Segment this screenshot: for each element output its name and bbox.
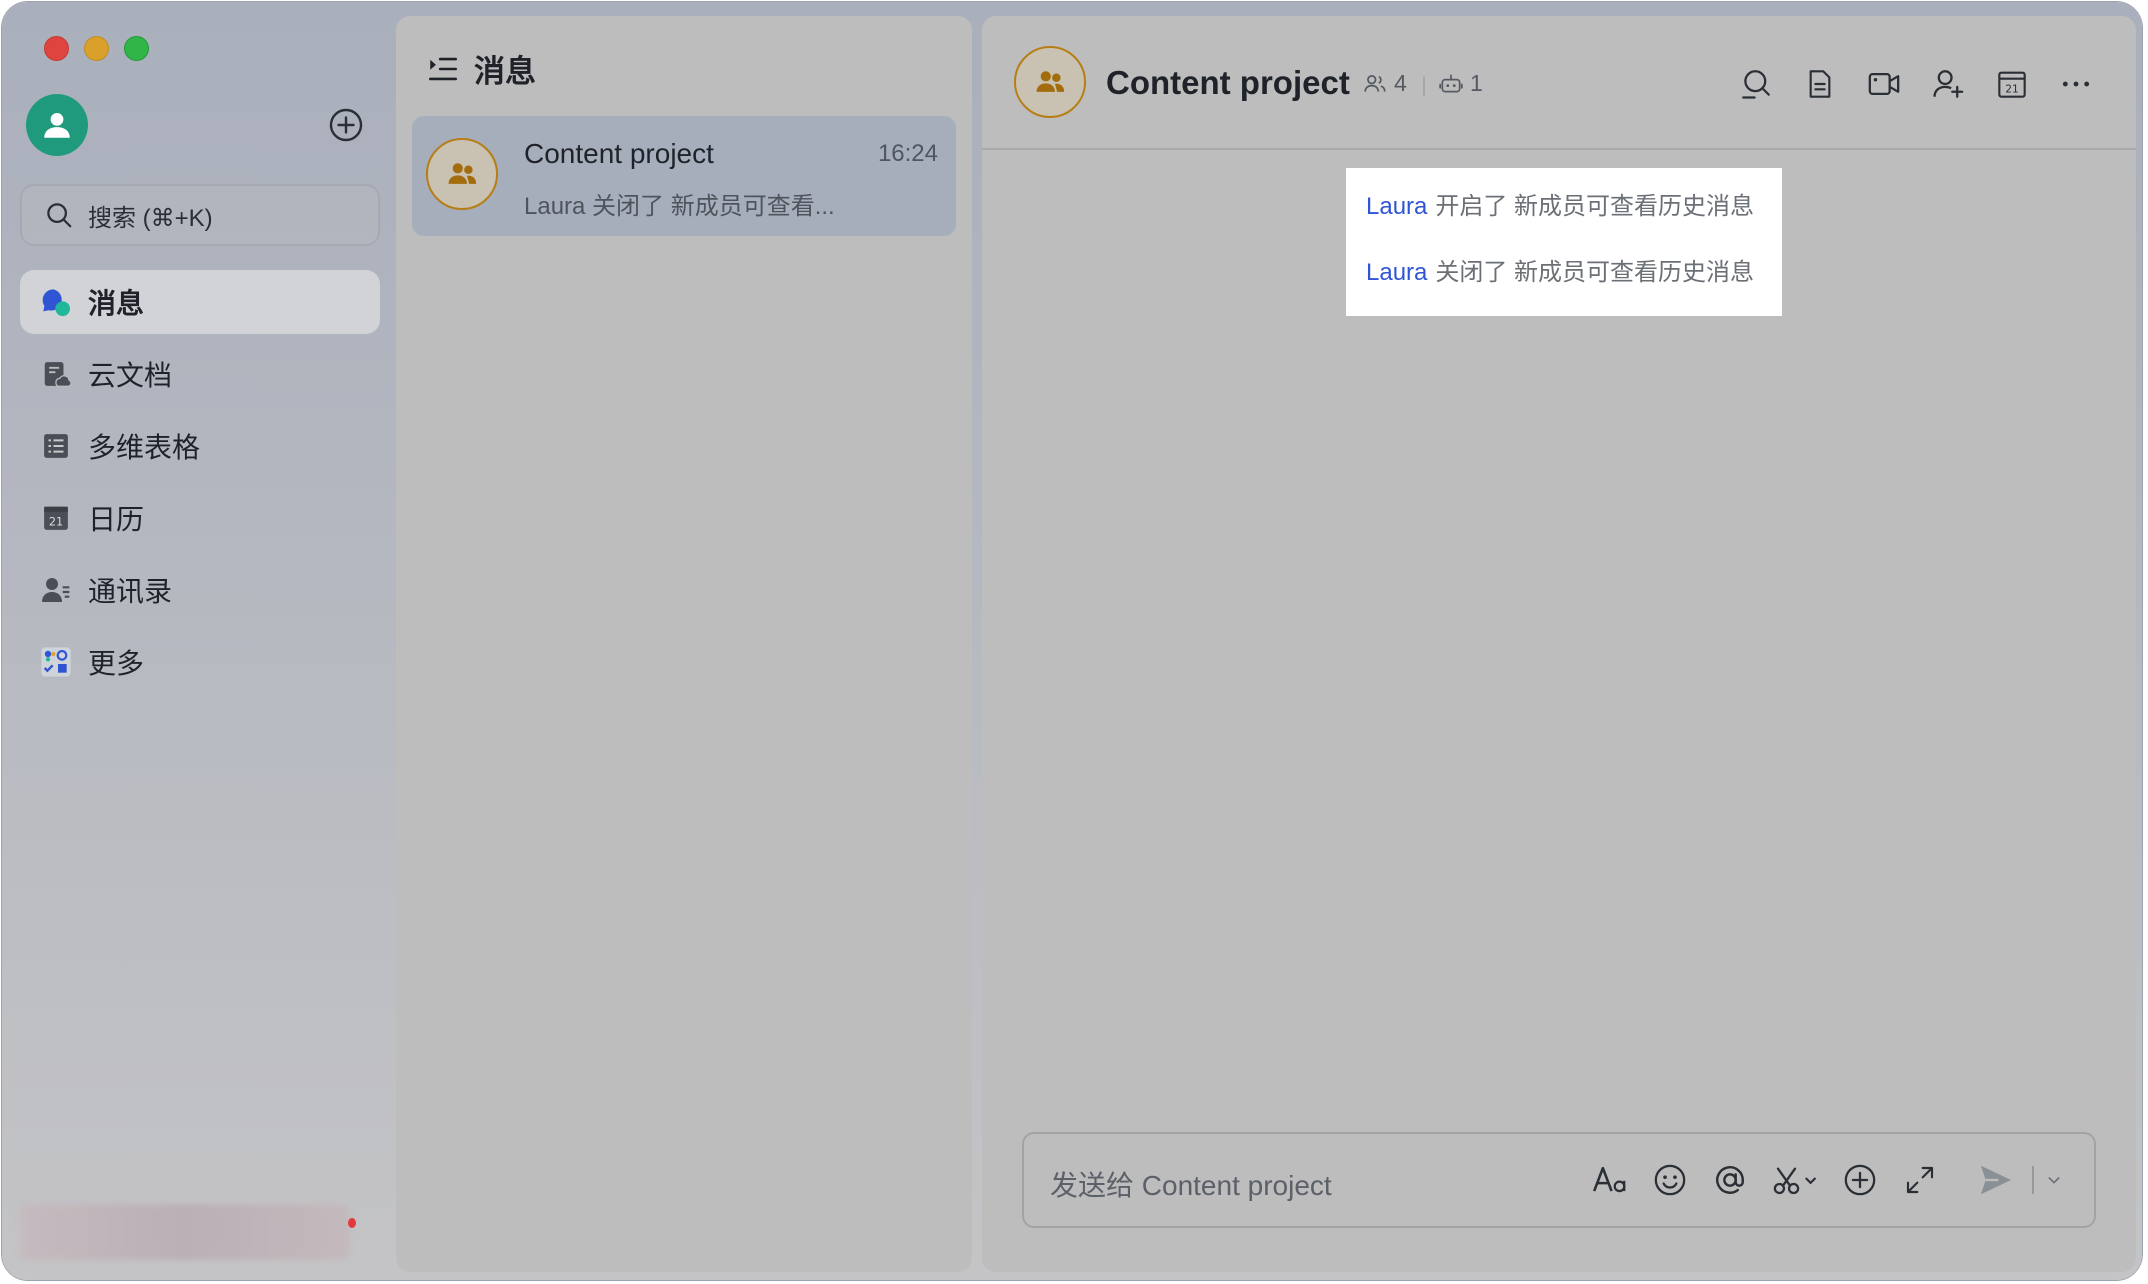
- expand-editor-button[interactable]: [1900, 1160, 1940, 1200]
- send-divider: [2032, 1166, 2034, 1194]
- system-message-user[interactable]: Laura: [1366, 259, 1427, 286]
- chat-header-toolbar: 21: [1712, 64, 2096, 104]
- emoji-button[interactable]: [1650, 1160, 1690, 1200]
- search-chat-button[interactable]: [1736, 64, 1776, 104]
- svg-text:21: 21: [49, 516, 63, 529]
- chevron-down-icon: [2048, 1177, 2060, 1184]
- maximize-window-button[interactable]: [124, 36, 149, 61]
- chat-panel: Content project 4 1 21 Laura 开启了 新成员可查看历…: [982, 16, 2136, 1272]
- sidebar-nav: 消息 云文档 多维表格 21 日历 通讯录 更多: [20, 270, 380, 702]
- member-count-value: 4: [1394, 70, 1407, 96]
- message-icon: [40, 286, 72, 318]
- conversation-item[interactable]: Content project 16:24 Laura 关闭了 新成员可查看..…: [412, 116, 956, 236]
- composer-toolbar: [1570, 1160, 2064, 1200]
- composer-placeholder: 发送给 Content project: [1050, 1170, 1332, 1201]
- meta-divider: [1423, 76, 1425, 96]
- svg-text:21: 21: [2005, 83, 2019, 96]
- list-header: 消息: [426, 46, 536, 91]
- system-message-text: 关闭了 新成员可查看历史消息: [1435, 259, 1755, 286]
- scissors-icon: [1773, 1167, 1816, 1195]
- member-count[interactable]: 4: [1362, 70, 1407, 97]
- bot-count-value: 1: [1470, 70, 1483, 96]
- sidebar-item-base[interactable]: 多维表格: [20, 414, 380, 478]
- person-icon: [44, 112, 70, 138]
- sidebar-item-label: 消息: [88, 288, 145, 319]
- app-window: 搜索 (⌘+K) 消息 云文档 多维表格 21 日历 通讯录 更多 消息 Con…: [2, 2, 2142, 1280]
- minimize-window-button[interactable]: [84, 36, 109, 61]
- at-sign-icon: [1716, 1166, 1744, 1194]
- cloud-doc-icon: [40, 358, 72, 390]
- sidebar-item-more[interactable]: 更多: [20, 630, 380, 694]
- sidebar-item-label: 多维表格: [88, 432, 201, 463]
- search-input[interactable]: 搜索 (⌘+K): [20, 184, 380, 246]
- calendar-button[interactable]: 21: [1992, 64, 2032, 104]
- user-avatar[interactable]: [26, 94, 88, 156]
- list-title: 消息: [474, 54, 536, 89]
- send-options-button[interactable]: [2044, 1160, 2064, 1200]
- sidebar-item-label: 云文档: [88, 360, 173, 391]
- video-camera-icon: [1868, 72, 1900, 96]
- apps-more-icon: [40, 646, 72, 678]
- conversation-name: Content project: [524, 138, 714, 169]
- search-icon: [47, 203, 72, 228]
- bot-count[interactable]: 1: [1438, 70, 1483, 97]
- members-icon: [1364, 74, 1386, 92]
- text-format-icon: [1592, 1166, 1626, 1193]
- add-member-button[interactable]: [1928, 64, 1968, 104]
- create-button[interactable]: [328, 107, 364, 143]
- screenshot-button[interactable]: [1770, 1160, 1820, 1200]
- more-horizontal-icon: [2062, 81, 2090, 87]
- group-icon: [1036, 71, 1065, 92]
- system-message-user[interactable]: Laura: [1366, 193, 1427, 220]
- more-options-button[interactable]: [2056, 64, 2096, 104]
- notification-dot: [348, 1218, 356, 1228]
- expand-icon: [1906, 1166, 1934, 1194]
- chat-group-avatar[interactable]: [1014, 46, 1086, 118]
- close-window-button[interactable]: [44, 36, 69, 61]
- system-message: Laura 开启了 新成员可查看历史消息: [1366, 178, 1762, 244]
- sidebar-item-messages[interactable]: 消息: [20, 270, 380, 334]
- calendar-icon: 21: [1998, 71, 2026, 98]
- sidebar-item-label: 通讯录: [88, 576, 173, 607]
- sidebar-item-cloud-docs[interactable]: 云文档: [20, 342, 380, 406]
- search-placeholder: 搜索 (⌘+K): [88, 204, 213, 232]
- calendar-icon: 21: [40, 502, 72, 534]
- search-icon: [1742, 70, 1770, 99]
- conversation-list-panel: 消息 Content project 16:24 Laura 关闭了 新成员可查…: [396, 16, 972, 1272]
- base-table-icon: [40, 430, 72, 462]
- collapse-list-icon[interactable]: [426, 52, 460, 86]
- chat-header: Content project 4 1 21: [982, 16, 2136, 150]
- send-icon: [1980, 1165, 2012, 1195]
- system-message: Laura 关闭了 新成员可查看历史消息: [1366, 244, 1762, 310]
- system-messages: Laura 开启了 新成员可查看历史消息 Laura 关闭了 新成员可查看历史消息: [1346, 168, 1782, 316]
- mention-button[interactable]: [1710, 1160, 1750, 1200]
- docs-button[interactable]: [1800, 64, 1840, 104]
- conversation-preview: Laura 关闭了 新成员可查看...: [524, 193, 835, 220]
- plus-circle-icon: [329, 108, 363, 142]
- plus-circle-icon: [1844, 1164, 1876, 1196]
- attach-more-button[interactable]: [1840, 1160, 1880, 1200]
- contacts-icon: [40, 574, 72, 606]
- emoji-icon: [1654, 1164, 1686, 1196]
- sidebar-item-calendar[interactable]: 21 日历: [20, 486, 380, 550]
- conversation-time: 16:24: [877, 140, 938, 167]
- sidebar-item-label: 日历: [88, 504, 145, 535]
- sidebar: 搜索 (⌘+K) 消息 云文档 多维表格 21 日历 通讯录 更多: [2, 2, 392, 1280]
- sidebar-item-label: 更多: [88, 648, 145, 679]
- send-button[interactable]: [1976, 1160, 2016, 1200]
- sidebar-item-contacts[interactable]: 通讯录: [20, 558, 380, 622]
- chat-title[interactable]: Content project: [1106, 64, 1350, 102]
- blurred-user-info: [20, 1204, 350, 1260]
- group-avatar: [426, 138, 498, 210]
- text-format-button[interactable]: [1590, 1160, 1630, 1200]
- bot-icon: [1439, 73, 1463, 92]
- add-user-icon: [1933, 70, 1964, 98]
- system-message-text: 开启了 新成员可查看历史消息: [1435, 193, 1755, 220]
- video-call-button[interactable]: [1864, 64, 1904, 104]
- document-icon: [1809, 70, 1831, 98]
- group-icon: [448, 163, 477, 184]
- message-composer[interactable]: 发送给 Content project: [1022, 1132, 2096, 1228]
